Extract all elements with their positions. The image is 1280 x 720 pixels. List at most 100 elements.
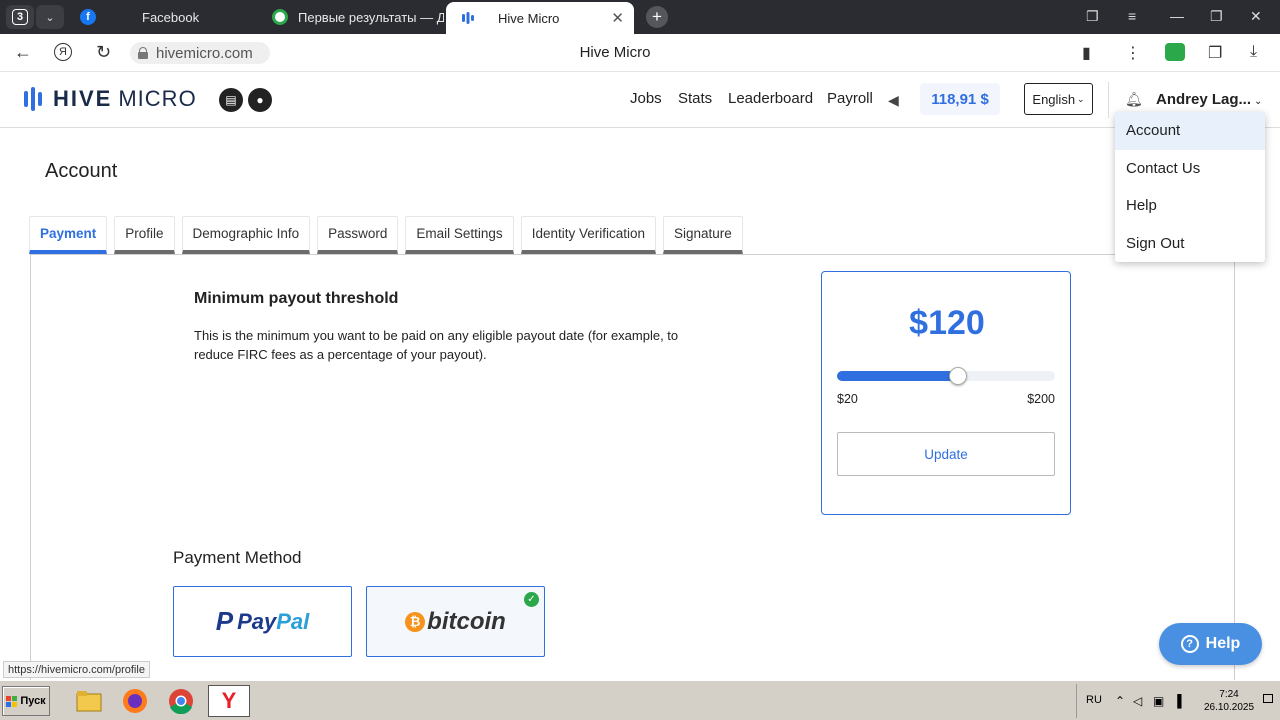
- tab-payment[interactable]: Payment: [29, 216, 108, 254]
- bitcoin-option[interactable]: ₿ bitcoin ✓: [366, 586, 545, 657]
- clock-date: 26.10.2025: [1203, 702, 1255, 713]
- slider-handle[interactable]: [949, 367, 967, 385]
- tab-email-settings[interactable]: Email Settings: [405, 216, 514, 254]
- tab-list-chevron-icon[interactable]: ⌄: [36, 5, 64, 29]
- bitcoin-logo: ₿ bitcoin: [405, 608, 506, 636]
- start-button[interactable]: Пуск: [2, 686, 50, 716]
- file-explorer-icon[interactable]: [68, 685, 110, 717]
- bitcoin-wordmark: bitcoin: [427, 607, 506, 635]
- close-tab-icon[interactable]: ✕: [611, 9, 624, 27]
- paypal-pay: Pay: [237, 608, 277, 634]
- url-field[interactable]: hivemicro.com: [130, 42, 270, 64]
- network-icon[interactable]: ▣: [1153, 694, 1164, 708]
- menu-item-help[interactable]: Help: [1115, 187, 1265, 225]
- facebook-icon: f: [80, 9, 96, 25]
- threshold-slider[interactable]: [837, 367, 1055, 385]
- back-arrow-icon[interactable]: ←: [14, 42, 32, 63]
- url-text: hivemicro.com: [156, 44, 253, 62]
- hive-logo-icon: [24, 87, 45, 111]
- hive-micro-logo[interactable]: HIVE MICRO: [24, 86, 197, 112]
- tab-profile[interactable]: Profile: [114, 216, 175, 254]
- more-options-icon[interactable]: ⋮: [1125, 43, 1141, 63]
- nav-jobs[interactable]: Jobs: [630, 90, 662, 107]
- threshold-description: This is the minimum you want to be paid …: [194, 328, 679, 362]
- threshold-title: Minimum payout threshold: [194, 290, 399, 307]
- apple-app-icon[interactable]: ●: [248, 88, 272, 112]
- selected-check-icon: ✓: [524, 592, 539, 607]
- tray-expand-icon[interactable]: ⌃: [1115, 694, 1125, 708]
- yandex-browser-icon[interactable]: Y: [208, 685, 250, 717]
- paypal-icon: P: [215, 606, 234, 636]
- threshold-card: $120 $20 $200 Update: [821, 271, 1071, 515]
- tab-label: Hive Micro: [498, 10, 560, 26]
- tab-signature[interactable]: Signature: [663, 216, 743, 254]
- site-header: HIVE MICRO ▤ ● Jobs Stats Leaderboard Pa…: [0, 72, 1280, 128]
- minimize-icon[interactable]: —: [1170, 8, 1184, 24]
- help-floating-button[interactable]: ? Help: [1159, 623, 1262, 665]
- question-circle-icon: ?: [1180, 635, 1199, 653]
- tab-count: 3: [12, 9, 28, 25]
- address-bar: ← Я ↻ hivemicro.com Hive Micro ▮ ⋮ ❐ ⤓: [0, 34, 1280, 72]
- new-tab-button[interactable]: +: [646, 6, 668, 28]
- slider-fill: [837, 371, 958, 381]
- tab-counter-button[interactable]: 3: [6, 5, 34, 29]
- menu-item-sign-out[interactable]: Sign Out: [1115, 225, 1265, 263]
- shield-extension-icon[interactable]: [1165, 43, 1185, 61]
- android-app-icon[interactable]: ▤: [219, 88, 243, 112]
- update-button[interactable]: Update: [837, 432, 1055, 476]
- page-title-text: Hive Micro: [579, 44, 651, 61]
- download-icon[interactable]: ⤓: [1250, 43, 1257, 61]
- header-divider: [1108, 82, 1109, 118]
- browser-tab-bar: 3 ⌄ f Facebook Первые результаты — Да Hi…: [0, 0, 1280, 34]
- tab-identity-verification[interactable]: Identity Verification: [520, 216, 657, 254]
- clock-time: 7:24: [1219, 689, 1239, 700]
- signal-icon[interactable]: ▐: [1173, 694, 1182, 708]
- volume-icon[interactable]: ◁: [1133, 694, 1142, 708]
- taskbar: Пуск Y RU ⌃ ◁ ▣ ▐ 7:24 26.10.2025: [0, 680, 1280, 720]
- paypal-pal: Pal: [276, 608, 310, 634]
- nav-payroll[interactable]: Payroll: [827, 90, 873, 107]
- yandex-y-icon: Y: [221, 688, 237, 713]
- tab-password[interactable]: Password: [317, 216, 399, 254]
- brand-light: MICRO: [118, 86, 197, 111]
- tab-label: Первые результаты — Да: [298, 9, 444, 25]
- firefox-icon[interactable]: [114, 685, 156, 717]
- collections-icon[interactable]: ❐: [1208, 43, 1222, 63]
- menu-item-contact-us[interactable]: Contact Us: [1115, 150, 1265, 188]
- start-label: Пуск: [20, 695, 46, 707]
- toloka-icon: [272, 9, 288, 25]
- page-title: Account: [45, 160, 118, 182]
- notification-bell-icon[interactable]: 🔔︎: [1125, 91, 1143, 108]
- chrome-icon[interactable]: [160, 685, 202, 717]
- bookmarks-icon[interactable]: ❐: [1086, 8, 1099, 25]
- show-desktop-icon[interactable]: [1263, 694, 1273, 703]
- menu-icon[interactable]: ≡: [1128, 8, 1136, 24]
- browser-tab-toloka[interactable]: Первые результаты — Да: [258, 2, 444, 32]
- help-label: Help: [1205, 635, 1241, 652]
- payment-method-title: Payment Method: [173, 548, 302, 567]
- close-window-icon[interactable]: ✕: [1250, 8, 1262, 25]
- bookmark-icon[interactable]: ▮: [1082, 43, 1091, 63]
- keyboard-language[interactable]: RU: [1086, 694, 1102, 706]
- nav-stats[interactable]: Stats: [678, 90, 712, 107]
- windows-flag-icon: [6, 695, 18, 707]
- bitcoin-coin-icon: ₿: [405, 611, 426, 632]
- user-menu-toggle[interactable]: Andrey Lag... ⌄: [1156, 91, 1262, 108]
- status-bar-url: https://hivemicro.com/profile: [3, 661, 150, 678]
- browser-tab-hive-micro[interactable]: Hive Micro ✕: [446, 2, 634, 34]
- clock[interactable]: 7:24 26.10.2025: [1199, 688, 1259, 714]
- browser-tab-facebook[interactable]: f Facebook: [66, 2, 256, 32]
- account-tabs: Payment Profile Demographic Info Passwor…: [29, 216, 750, 254]
- language-select[interactable]: English ⌄: [1024, 83, 1093, 115]
- system-tray: RU ⌃ ◁ ▣ ▐ 7:24 26.10.2025: [1076, 684, 1276, 718]
- menu-item-account[interactable]: Account: [1115, 112, 1265, 150]
- tab-label: Facebook: [142, 9, 200, 25]
- nav-leaderboard[interactable]: Leaderboard: [728, 90, 813, 107]
- tab-demographic-info[interactable]: Demographic Info: [181, 216, 311, 254]
- yandex-icon[interactable]: Я: [54, 43, 72, 61]
- announcements-megaphone-icon[interactable]: ◀︎: [888, 92, 899, 109]
- paypal-option[interactable]: P PayPal: [173, 586, 352, 657]
- balance-badge[interactable]: 118,91 $: [920, 83, 1000, 115]
- reload-icon[interactable]: ↻: [96, 42, 111, 63]
- restore-icon[interactable]: ❐: [1210, 8, 1223, 25]
